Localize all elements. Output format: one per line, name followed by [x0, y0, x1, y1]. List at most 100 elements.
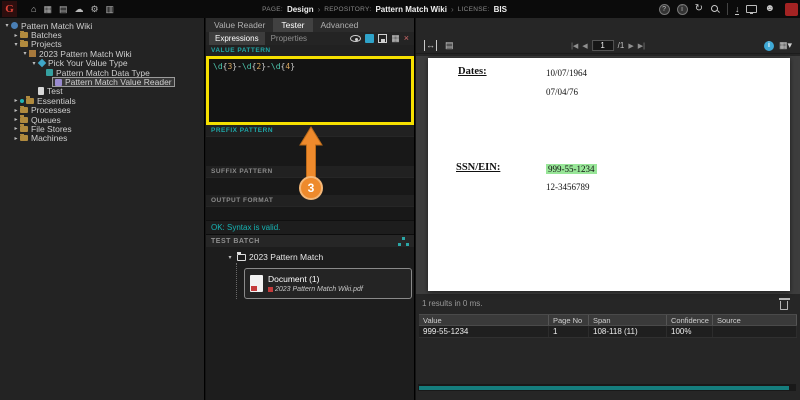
- folder-icon: [20, 133, 28, 142]
- expander-icon[interactable]: ▸: [12, 135, 20, 142]
- suffix-pattern-editor[interactable]: [206, 177, 414, 195]
- test-batch-folder[interactable]: ▾ 2023 Pattern Match: [226, 251, 414, 263]
- trash-icon[interactable]: [778, 298, 790, 310]
- stats-icon[interactable]: ▥: [106, 0, 115, 18]
- sidebar-item-processes[interactable]: ▸ Processes: [0, 105, 204, 115]
- sidebar-item-2023-pattern-match-wiki[interactable]: ▾ 2023 Pattern Match Wiki: [0, 49, 204, 59]
- horizontal-scrollbar-thumb[interactable]: [419, 385, 789, 390]
- nav-first-icon[interactable]: |◀: [571, 42, 578, 50]
- test-batch-document[interactable]: Document (1) 2023 Pattern Match Wiki.pdf: [244, 268, 412, 299]
- preview-eye-icon[interactable]: [350, 35, 362, 42]
- prefix-pattern-editor[interactable]: [206, 136, 414, 166]
- editor-toolbar-icons: ▦ ×: [350, 32, 411, 45]
- search-icon[interactable]: [710, 4, 720, 14]
- save-icon[interactable]: [378, 34, 388, 43]
- sidebar-item-pattern-match-value-reader[interactable]: Pattern Match Value Reader: [0, 77, 204, 87]
- column-header-value[interactable]: Value: [419, 315, 549, 325]
- test-batch-tree: ▾ 2023 Pattern Match Document (1) 2023 P…: [206, 247, 414, 299]
- batches-icon[interactable]: ▤: [59, 0, 68, 18]
- breadcrumb-license-label: LICENSE:: [457, 5, 490, 13]
- sidebar-item-essentials[interactable]: ▸ Essentials: [0, 96, 204, 106]
- page-number-input[interactable]: [591, 40, 614, 51]
- sidebar-item-machines[interactable]: ▸ Machines: [0, 133, 204, 143]
- cloud-icon[interactable]: ☁: [74, 0, 83, 18]
- expander-icon[interactable]: ▸: [12, 97, 20, 104]
- close-icon[interactable]: ×: [404, 32, 409, 45]
- nav-next-icon[interactable]: ▶: [628, 42, 633, 50]
- expander-icon[interactable]: ▸: [12, 125, 20, 132]
- breadcrumb-page-value[interactable]: Design: [287, 5, 314, 14]
- page-navigation: |◀ ◀ /1 ▶ ▶|: [571, 40, 645, 51]
- tab-properties[interactable]: Properties: [265, 32, 313, 45]
- app-logo[interactable]: G: [2, 1, 17, 17]
- refresh-icon[interactable]: ↻: [695, 0, 703, 18]
- output-format-editor[interactable]: [206, 206, 414, 220]
- tester-panel: Value Reader Tester Advanced Expressions…: [206, 18, 415, 400]
- dates-label: Dates:: [458, 66, 487, 77]
- sidebar-item-pattern-match-data-type[interactable]: Pattern Match Data Type: [0, 68, 204, 78]
- regex-token: }: [290, 62, 296, 71]
- column-header-span[interactable]: Span: [589, 315, 667, 325]
- expander-icon[interactable]: ▾: [30, 60, 38, 67]
- expander-icon[interactable]: ▾: [12, 41, 20, 48]
- value-pattern-editor[interactable]: \d{3}-\d{2}-\d{4}: [206, 56, 414, 125]
- breadcrumb-repo-label: REPOSITORY:: [324, 5, 372, 13]
- nav-prev-icon[interactable]: ◀: [582, 42, 587, 50]
- highlight-toggle-icon[interactable]: [365, 34, 375, 43]
- expander-icon[interactable]: ▸: [12, 32, 20, 39]
- sidebar-item-batches[interactable]: ▸ Batches: [0, 30, 204, 40]
- expander-icon[interactable]: ▾: [3, 22, 11, 29]
- results-status: 1 results in 0 ms.: [422, 299, 483, 308]
- expander-icon[interactable]: ▾: [226, 254, 234, 261]
- breadcrumb-license-value[interactable]: BIS: [494, 5, 507, 14]
- table-row[interactable]: 999-55-1234 1 108-118 (11) 100%: [419, 326, 797, 338]
- folder-icon: [20, 115, 28, 123]
- column-header-confidence[interactable]: Confidence: [667, 315, 713, 325]
- date-value: 07/04/76: [546, 87, 579, 97]
- page-total: /1: [617, 41, 625, 50]
- buildings-icon[interactable]: ▦: [43, 0, 52, 18]
- prefix-pattern-header: PREFIX PATTERN: [206, 125, 414, 136]
- info-icon[interactable]: i: [763, 40, 774, 51]
- column-header-page-no[interactable]: Page No: [549, 315, 589, 325]
- home-icon[interactable]: ⌂: [31, 0, 36, 18]
- folder-icon: [20, 39, 28, 48]
- sidebar-item-test[interactable]: Test: [0, 86, 204, 96]
- column-header-source[interactable]: Source: [713, 315, 797, 325]
- expander-icon[interactable]: ▸: [12, 107, 20, 114]
- sidebar-item-file-stores[interactable]: ▸ File Stores: [0, 124, 204, 134]
- ssn-match-highlight[interactable]: 999-55-1234: [546, 164, 597, 174]
- expander-icon[interactable]: ▸: [12, 116, 20, 123]
- ssn-other-value: 12-3456789: [546, 182, 590, 192]
- record-indicator-icon[interactable]: [785, 2, 798, 16]
- folder-icon: [20, 105, 28, 114]
- workflow-icon[interactable]: ⚙: [90, 0, 98, 18]
- fit-width-icon[interactable]: ↔: [424, 40, 437, 51]
- document-icon: [250, 275, 263, 292]
- download-icon[interactable]: ↓: [734, 4, 740, 15]
- tab-tester[interactable]: Tester: [273, 18, 313, 32]
- tree-guide-line: Document (1) 2023 Pattern Match Wiki.pdf: [236, 263, 414, 299]
- tab-advanced[interactable]: Advanced: [313, 18, 367, 32]
- document-page[interactable]: Dates: 10/07/1964 07/04/76 SSN/EIN: 999-…: [428, 58, 790, 291]
- sidebar-item-projects[interactable]: ▾ Projects: [0, 39, 204, 49]
- batch-tree-icon[interactable]: [398, 236, 409, 246]
- nav-last-icon[interactable]: ▶|: [638, 42, 645, 50]
- sidebar-item-queues[interactable]: ▸ Queues: [0, 115, 204, 125]
- help-icon[interactable]: ?: [658, 3, 670, 15]
- expander-icon[interactable]: ▾: [21, 50, 29, 57]
- pages-icon[interactable]: ▤: [445, 39, 454, 52]
- monitor-icon[interactable]: [746, 5, 758, 14]
- breadcrumb-repo-value[interactable]: Pattern Match Wiki: [375, 5, 447, 14]
- users-icon[interactable]: ☻: [764, 0, 775, 18]
- sidebar-item-pick-your-value-type[interactable]: ▾ Pick Your Value Type: [0, 58, 204, 68]
- about-icon[interactable]: i: [676, 3, 688, 15]
- thumbnails-icon[interactable]: ▦▾: [779, 39, 792, 52]
- sidebar-item-pattern-match-wiki[interactable]: ▾ Pattern Match Wiki: [0, 21, 204, 31]
- tab-expressions[interactable]: Expressions: [209, 32, 265, 45]
- horizontal-scrollbar-track[interactable]: [418, 384, 796, 391]
- grid-icon[interactable]: ▦: [391, 32, 400, 45]
- folder-icon: [237, 252, 246, 261]
- project-icon: [29, 50, 36, 58]
- tab-value-reader[interactable]: Value Reader: [206, 18, 273, 32]
